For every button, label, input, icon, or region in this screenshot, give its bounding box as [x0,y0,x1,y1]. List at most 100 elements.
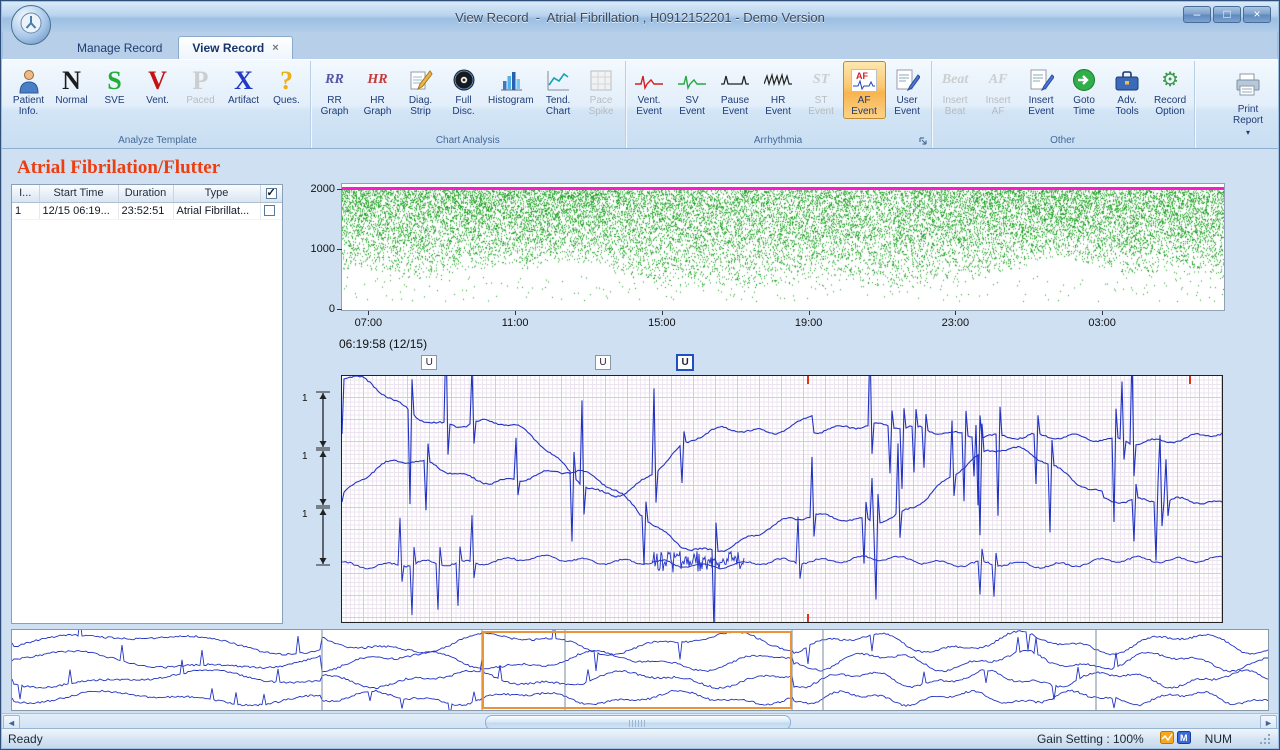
print-report-button[interactable]: Print Report▾ [1224,66,1272,144]
pause-event-button[interactable]: Pause Event [714,61,757,119]
window-controls: – □ × [1183,6,1271,23]
svg-text:M: M [1180,733,1188,743]
rr-graph-button[interactable]: RRRR Graph [313,61,356,119]
insert-af-icon: AF [989,65,1008,95]
arrhythmia-dialog-launcher-button[interactable] [917,135,929,147]
af-event-button[interactable]: AF AF Event [843,61,886,119]
title-bar: View Record - Atrial Fibrillation , H091… [2,2,1278,32]
ribbon-group-chart-analysis: RRRR GraphHRHR GraphDiag. StripFull Disc… [311,61,626,148]
af-event-icon: AF [851,65,877,95]
normal-button[interactable]: NNormal [50,61,93,108]
event-table-body: 112/15 06:19...23:52:51Atrial Fibrillat.… [12,202,282,219]
insert-event-button[interactable]: Insert Event [1020,61,1063,119]
tab-manage-record[interactable]: Manage Record [64,36,175,59]
minimize-button[interactable]: – [1183,6,1211,23]
rr-y-tick-label: 1000 [297,243,335,255]
tab-view-record[interactable]: View Record × [178,36,292,59]
af-event-label: AF Event [851,95,877,117]
diag-strip-button[interactable]: Diag. Strip [399,61,442,119]
goto-time-label: Goto Time [1073,95,1095,117]
hr-event-button[interactable]: HR Event [757,61,800,119]
vent-button[interactable]: VVent. [136,61,179,108]
svg-text:AF: AF [856,71,868,81]
paced-button[interactable]: PPaced [179,61,222,108]
ecg-event-mark-top [807,376,809,384]
goto-time-button[interactable]: Goto Time [1063,61,1106,119]
u-event-marker-selected[interactable]: U [676,354,694,371]
ecg-event-mark-top [1189,376,1191,384]
normal-icon: N [62,65,81,95]
event-row-checkbox[interactable] [264,205,275,216]
event-table-cell: 12/15 06:19... [39,202,118,219]
event-table-header-row: I...Start TimeDurationType [12,185,282,202]
hr-event-label: HR Event [765,95,791,117]
overview-selection-box[interactable] [482,631,792,709]
hr-graph-label: HR Graph [364,95,392,117]
vent-event-button[interactable]: Vent. Event [628,61,671,119]
resize-grip[interactable] [1258,732,1272,746]
rr-x-tick-mark [368,311,369,315]
hr-event-icon [764,65,792,95]
status-signal-icon [1160,731,1174,747]
svg-text:1: 1 [302,451,308,462]
record-option-button[interactable]: ⚙Record Option [1149,61,1192,119]
sv-event-label: SV Event [679,95,705,117]
event-table-cell: 1 [12,202,39,219]
artifact-icon: X [234,65,253,95]
event-table-header[interactable]: I... [12,185,39,202]
ribbon: Patient Info.NNormalSSVEVVent.PPacedXArt… [2,59,1278,149]
event-table-header[interactable]: Start Time [39,185,118,202]
full-disclosure-overview[interactable] [11,629,1269,711]
st-event-label: ST Event [808,95,834,117]
record-option-label: Record Option [1154,95,1186,117]
tend-chart-button[interactable]: Tend. Chart [537,61,580,119]
event-table-header[interactable]: Type [173,185,260,202]
pace-spike-button[interactable]: Pace Spike [580,61,623,119]
insert-beat-button[interactable]: BeatInsert Beat [934,61,977,119]
pause-event-icon [721,65,749,95]
status-ready-label: Ready [8,732,43,746]
sve-button[interactable]: SSVE [93,61,136,108]
st-event-icon: ST [813,65,829,95]
rr-x-tick-label: 03:00 [1078,317,1126,329]
full-disc-label: Full Disc. [452,95,474,117]
event-table-row[interactable]: 112/15 06:19...23:52:51Atrial Fibrillat.… [12,202,282,219]
tab-close-icon[interactable]: × [272,42,278,54]
u-event-marker[interactable]: U [421,355,437,370]
rr-scatter-canvas[interactable] [342,184,1224,310]
user-event-icon [895,65,920,95]
hr-graph-button[interactable]: HRHR Graph [356,61,399,119]
sv-event-button[interactable]: SV Event [671,61,714,119]
insert-af-label: Insert AF [986,95,1011,117]
hr-graph-icon: HR [367,65,387,95]
close-button[interactable]: × [1243,6,1271,23]
gain-setting-label: Gain Setting : 100% [1037,732,1144,746]
patient-info-button[interactable]: Patient Info. [7,61,50,119]
insert-af-button[interactable]: AFInsert AF [977,61,1020,119]
u-event-marker[interactable]: U [595,355,611,370]
status-bar: Ready Gain Setting : 100% M NUM [2,728,1278,748]
svg-text:1: 1 [302,393,308,404]
ques-button[interactable]: ?Ques. [265,61,308,108]
rr-x-tick-label: 11:00 [491,317,539,329]
histogram-button[interactable]: Histogram [485,61,537,108]
app-orb-button[interactable] [11,5,51,45]
app-window: View Record - Atrial Fibrillation , H091… [0,0,1280,750]
select-all-checkbox[interactable] [266,188,277,199]
ribbon-group-title-chart-analysis: Chart Analysis [313,134,623,148]
event-panel-title: Atrial Fibrilation/Flutter [17,157,220,179]
ecg-strip-view[interactable] [341,375,1223,623]
vent-event-icon [635,65,663,95]
st-event-button[interactable]: STST Event [800,61,843,119]
event-table-header[interactable]: Duration [118,185,173,202]
ecg-traces [342,376,1223,623]
user-event-button[interactable]: User Event [886,61,929,119]
artifact-button[interactable]: XArtifact [222,61,265,108]
full-disc-button[interactable]: Full Disc. [442,61,485,119]
maximize-button[interactable]: □ [1213,6,1241,23]
adv-tools-button[interactable]: Adv. Tools [1106,61,1149,119]
event-table-checkbox-cell [260,202,282,219]
rr-x-tick-label: 23:00 [931,317,979,329]
num-lock-indicator: NUM [1205,732,1232,746]
rr-tachogram-chart[interactable] [341,183,1225,311]
